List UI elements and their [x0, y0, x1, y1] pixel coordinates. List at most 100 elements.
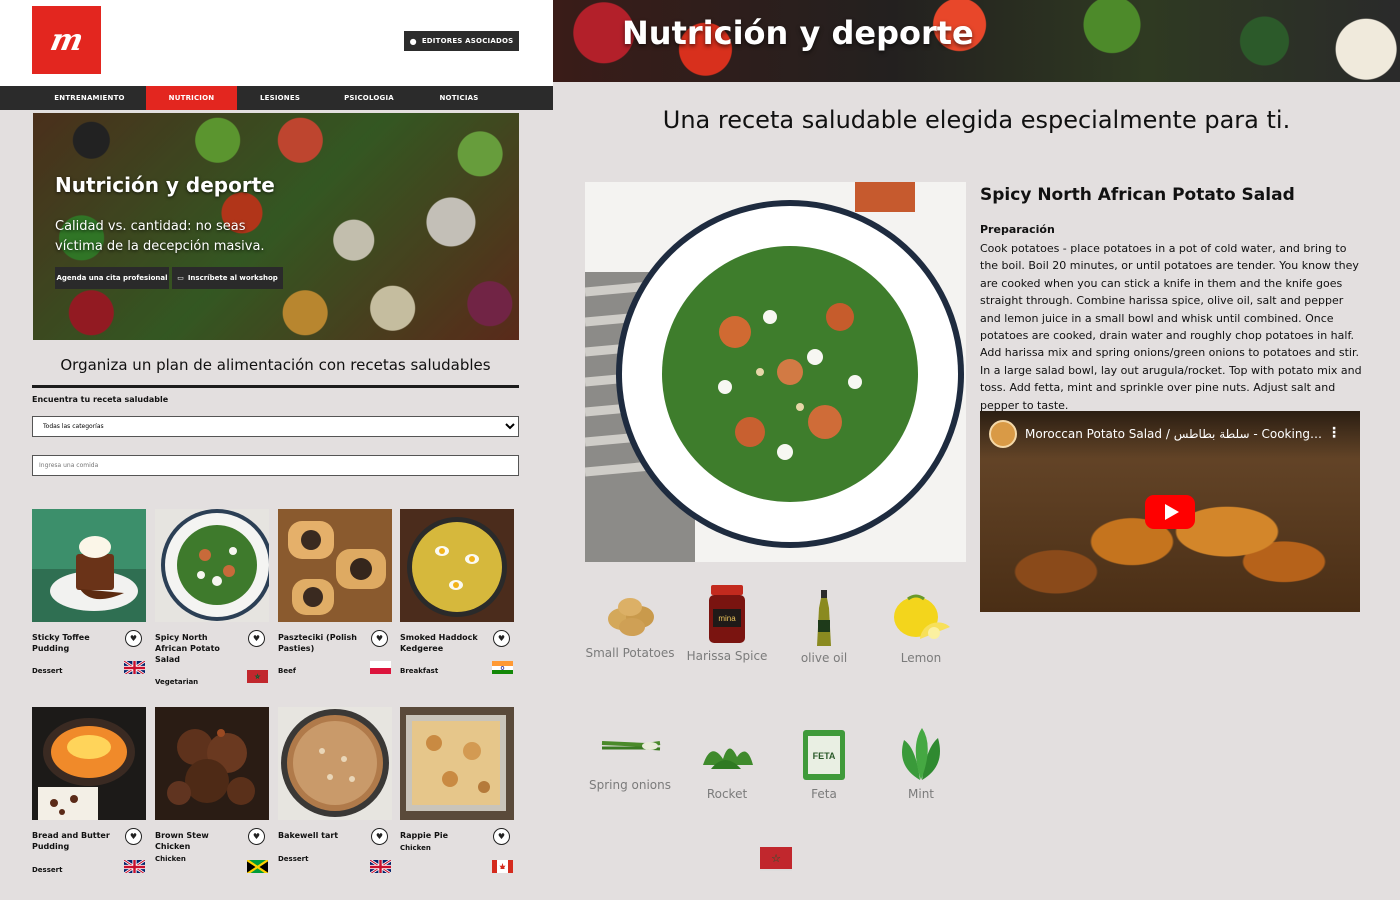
recipe-category: Dessert	[278, 855, 309, 863]
lemon-icon	[873, 588, 969, 650]
preparation-text: Cook potatoes - place potatoes in a pot …	[980, 242, 1362, 412]
workshop-button[interactable]: ▭ Inscríbete al workshop	[172, 267, 283, 289]
recipe-name[interactable]: Spicy North African Potato Salad	[155, 632, 235, 665]
top-banner: Nutrición y deporte	[553, 0, 1400, 82]
recipe-thumbnail[interactable]	[400, 509, 514, 622]
poland-flag-icon	[370, 660, 391, 674]
recipe-detail-panel: Nutrición y deporte Una receta saludable…	[553, 0, 1400, 900]
recipe-category: Chicken	[155, 855, 186, 863]
recipe-category: Breakfast	[400, 667, 439, 675]
youtube-video-embed[interactable]: Moroccan Potato Salad / سلطة بطاطس - Coo…	[980, 411, 1360, 612]
india-flag-icon	[492, 660, 513, 674]
recipe-card[interactable]: Bakewell tart Dessert ♥	[278, 707, 392, 873]
recipe-name[interactable]: Smoked Haddock Kedgeree	[400, 632, 480, 654]
recipe-category: Vegetarian	[155, 678, 199, 686]
favorite-heart-icon[interactable]: ♥	[371, 828, 388, 845]
recipe-name[interactable]: Paszteciki (Polish Pasties)	[278, 632, 358, 654]
harissa-jar-icon: mina	[679, 580, 775, 648]
meal-search-input[interactable]	[32, 455, 519, 476]
favorite-heart-icon[interactable]: ♥	[125, 828, 142, 845]
recipe-card[interactable]: Sticky Toffee Pudding Dessert ♥	[32, 509, 146, 675]
morocco-flag-icon	[247, 669, 268, 683]
svg-text:mina: mina	[718, 614, 736, 623]
favorite-heart-icon[interactable]: ♥	[248, 828, 265, 845]
morocco-flag-icon: ☆	[760, 847, 792, 871]
ingredient-label: Harissa Spice	[686, 649, 768, 663]
category-select[interactable]: Todas las categorías	[32, 416, 519, 437]
play-button-icon[interactable]	[1145, 495, 1195, 529]
recipe-name[interactable]: Sticky Toffee Pudding	[32, 632, 112, 654]
recipe-card[interactable]: Smoked Haddock Kedgeree Breakfast ♥	[400, 509, 514, 675]
video-title[interactable]: Moroccan Potato Salad / سلطة بطاطس - Coo…	[1025, 427, 1325, 441]
recipe-card[interactable]: Spicy North African Potato Salad Vegetar…	[155, 509, 269, 686]
ingredient-harissa-spice: mina Harissa Spice	[679, 580, 775, 665]
recipe-category: Chicken	[400, 844, 431, 852]
recipe-thumbnail[interactable]	[155, 707, 269, 820]
favorite-heart-icon[interactable]: ♥	[493, 828, 510, 845]
user-icon: ●	[409, 36, 417, 46]
recipe-thumbnail[interactable]	[278, 509, 392, 622]
main-nav: ENTRENAMIENTO NUTRICION LESIONES PSICOLO…	[0, 86, 553, 110]
ingredient-label: Small Potatoes	[585, 646, 675, 660]
ingredient-label: Feta	[811, 787, 837, 801]
ingredient-label: Rocket	[706, 787, 748, 801]
site-header: m ● EDITORES ASOCIADOS	[0, 0, 553, 86]
nav-item-noticias[interactable]: NOTICIAS	[415, 86, 503, 110]
favorite-heart-icon[interactable]: ♥	[248, 630, 265, 647]
ingredient-small-potatoes: Small Potatoes	[582, 583, 678, 662]
editors-button-label: EDITORES ASOCIADOS	[421, 37, 514, 45]
recipe-thumbnail[interactable]	[32, 707, 146, 820]
nav-item-psicologia[interactable]: PSICOLOGIA	[323, 86, 415, 110]
favorite-heart-icon[interactable]: ♥	[125, 630, 142, 647]
ingredient-label: Lemon	[900, 651, 942, 665]
ingredient-rocket: Rocket	[679, 724, 775, 803]
spring-onion-icon	[582, 715, 678, 777]
find-recipe-label: Encuentra tu receta saludable	[32, 395, 169, 404]
plan-section-title: Organiza un plan de alimentación con rec…	[60, 356, 491, 374]
recipe-name[interactable]: Rappie Pie	[400, 830, 480, 841]
editors-button[interactable]: ● EDITORES ASOCIADOS	[404, 31, 519, 51]
more-options-icon[interactable]: ⋮	[1327, 425, 1341, 441]
recipe-thumbnail[interactable]	[155, 509, 269, 622]
preparation-label: Preparación	[980, 223, 1055, 236]
left-page-panel: m ● EDITORES ASOCIADOS ENTRENAMIENTO NUT…	[0, 0, 553, 900]
favorite-heart-icon[interactable]: ♥	[371, 630, 388, 647]
favorite-heart-icon[interactable]: ♥	[493, 630, 510, 647]
recipe-card[interactable]: Brown Stew Chicken Chicken ♥	[155, 707, 269, 873]
logo-mark: m	[46, 22, 87, 58]
recipe-name[interactable]: Bread and Butter Pudding	[32, 830, 112, 852]
recipe-thumbnail[interactable]	[400, 707, 514, 820]
hero-banner: Nutrición y deporte Calidad vs. cantidad…	[33, 113, 519, 340]
laptop-icon: ▭	[177, 274, 184, 282]
uk-flag-icon	[124, 859, 145, 873]
recipe-card[interactable]: Bread and Butter Pudding Dessert ♥	[32, 707, 146, 874]
site-logo[interactable]: m	[32, 6, 101, 74]
hero-title: Nutrición y deporte	[55, 173, 275, 197]
feta-pack-icon: FETA	[776, 724, 872, 786]
ingredient-feta: FETA Feta	[776, 724, 872, 803]
nav-item-lesiones[interactable]: LESIONES	[237, 86, 323, 110]
recipe-name[interactable]: Bakewell tart	[278, 830, 358, 841]
nav-item-entrenamiento[interactable]: ENTRENAMIENTO	[33, 86, 146, 110]
recipe-thumbnail[interactable]	[32, 509, 146, 622]
rocket-leaves-icon	[679, 724, 775, 786]
canada-flag-icon	[492, 859, 513, 873]
olive-oil-bottle-icon	[776, 588, 872, 650]
section-divider	[32, 385, 519, 388]
ingredient-label: Spring onions	[588, 778, 672, 792]
uk-flag-icon	[370, 859, 391, 873]
mint-leaf-icon	[873, 724, 969, 786]
appointment-button[interactable]: Agenda una cita profesional	[55, 267, 169, 289]
recipe-card[interactable]: Rappie Pie Chicken ♥	[400, 707, 514, 873]
recipe-thumbnail[interactable]	[278, 707, 392, 820]
ingredient-label: Mint	[908, 787, 934, 801]
recipe-card[interactable]: Paszteciki (Polish Pasties) Beef ♥	[278, 509, 392, 675]
ingredient-mint: Mint	[873, 724, 969, 803]
recipe-title: Spicy North African Potato Salad	[980, 185, 1295, 205]
jamaica-flag-icon	[247, 859, 268, 873]
banner-title: Nutrición y deporte	[622, 14, 974, 52]
nav-item-nutricion[interactable]: NUTRICION	[146, 86, 237, 110]
appointment-button-label: Agenda una cita profesional	[56, 274, 168, 282]
channel-avatar[interactable]	[989, 420, 1017, 448]
recipe-name[interactable]: Brown Stew Chicken	[155, 830, 235, 852]
